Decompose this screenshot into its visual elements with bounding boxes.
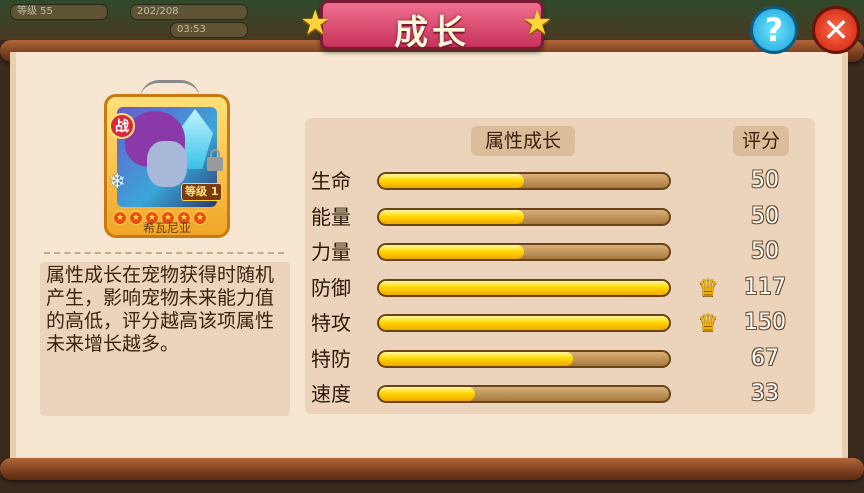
stat-score: 50 [751, 203, 779, 229]
growth-bar-fill [379, 245, 524, 259]
stat-row: 特防 67 [305, 344, 815, 374]
title-banner: 成长 [320, 0, 544, 53]
stat-label: 特攻 [311, 311, 351, 335]
stat-score: 33 [751, 381, 779, 406]
stat-row: 特攻 ♛ 150 [305, 308, 815, 338]
growth-bar-fill [379, 351, 574, 366]
stat-label: 防御 [311, 275, 351, 300]
stat-score: 150 [744, 310, 786, 335]
snowflake-icon: ❄ [109, 169, 126, 193]
growth-bar [377, 314, 671, 332]
growth-bar [377, 207, 671, 226]
pet-name: 希瓦尼亚 [142, 221, 191, 235]
level-display: 等级 55 [10, 4, 108, 20]
growth-bar-fill [379, 316, 669, 330]
close-icon: ✕ [822, 11, 850, 49]
stat-score: 50 [751, 239, 779, 264]
page-title: 成长 [394, 13, 470, 53]
stat-score: 67 [751, 345, 779, 371]
growth-bar [377, 385, 671, 403]
stat-row: 生命 50 [305, 166, 815, 196]
stat-label: 特防 [311, 346, 351, 371]
scroll-rod-bottom [0, 458, 864, 480]
stat-label: 生命 [311, 169, 351, 193]
stat-label: 力量 [311, 240, 351, 264]
growth-bar [377, 243, 671, 261]
growth-bar-fill [379, 174, 524, 188]
growth-bar-fill [379, 280, 669, 295]
stat-row: 能量 50 [305, 202, 815, 232]
stat-row: 防御 ♛ 117 [305, 273, 815, 303]
question-icon: ? [764, 11, 784, 49]
stamina-display: 202/208 [130, 4, 248, 20]
crown-icon: ♛ [697, 273, 719, 302]
lock-icon [207, 149, 223, 171]
stat-label: 能量 [311, 204, 351, 229]
stat-row: 力量 50 [305, 237, 815, 267]
star-rating: ★ ★ ★ ★ ★ ★ [113, 205, 225, 225]
crown-icon: ♛ [697, 309, 719, 337]
growth-bar [377, 278, 671, 297]
score-header: 评分 [733, 126, 789, 156]
growth-description: 属性成长在宠物获得时随机产生，影响宠物未来能力值的高低，评分越高该项属性未来增长… [40, 262, 290, 416]
growth-bar-fill [379, 209, 524, 224]
stats-panel: 属性成长 评分 生命 50 能量 50 力量 50 防御 ♛ 117 特攻 ♛ 150 特防 67 速度 33 [305, 118, 815, 414]
growth-bar [377, 349, 671, 368]
growth-header: 属性成长 [471, 126, 575, 156]
growth-bar [377, 172, 671, 190]
pet-face [147, 141, 187, 187]
stat-score: 117 [744, 274, 786, 300]
divider [44, 252, 284, 254]
star-icon: ★ [300, 3, 331, 43]
help-button[interactable]: ? [750, 6, 798, 54]
star-icon: ★ [522, 3, 553, 43]
stat-row: 速度 33 [305, 379, 815, 409]
type-badge: 战 [109, 113, 135, 139]
stat-score: 50 [751, 168, 779, 193]
timer-display: 03:53 [170, 22, 248, 38]
pet-level: 等级 1 [181, 183, 223, 201]
pet-card[interactable]: 战 ❄ 等级 1 ★ ★ ★ ★ ★ ★ 希瓦尼亚 [104, 94, 230, 238]
stat-label: 速度 [311, 382, 351, 406]
close-button[interactable]: ✕ [812, 6, 860, 54]
growth-bar-fill [379, 387, 475, 401]
